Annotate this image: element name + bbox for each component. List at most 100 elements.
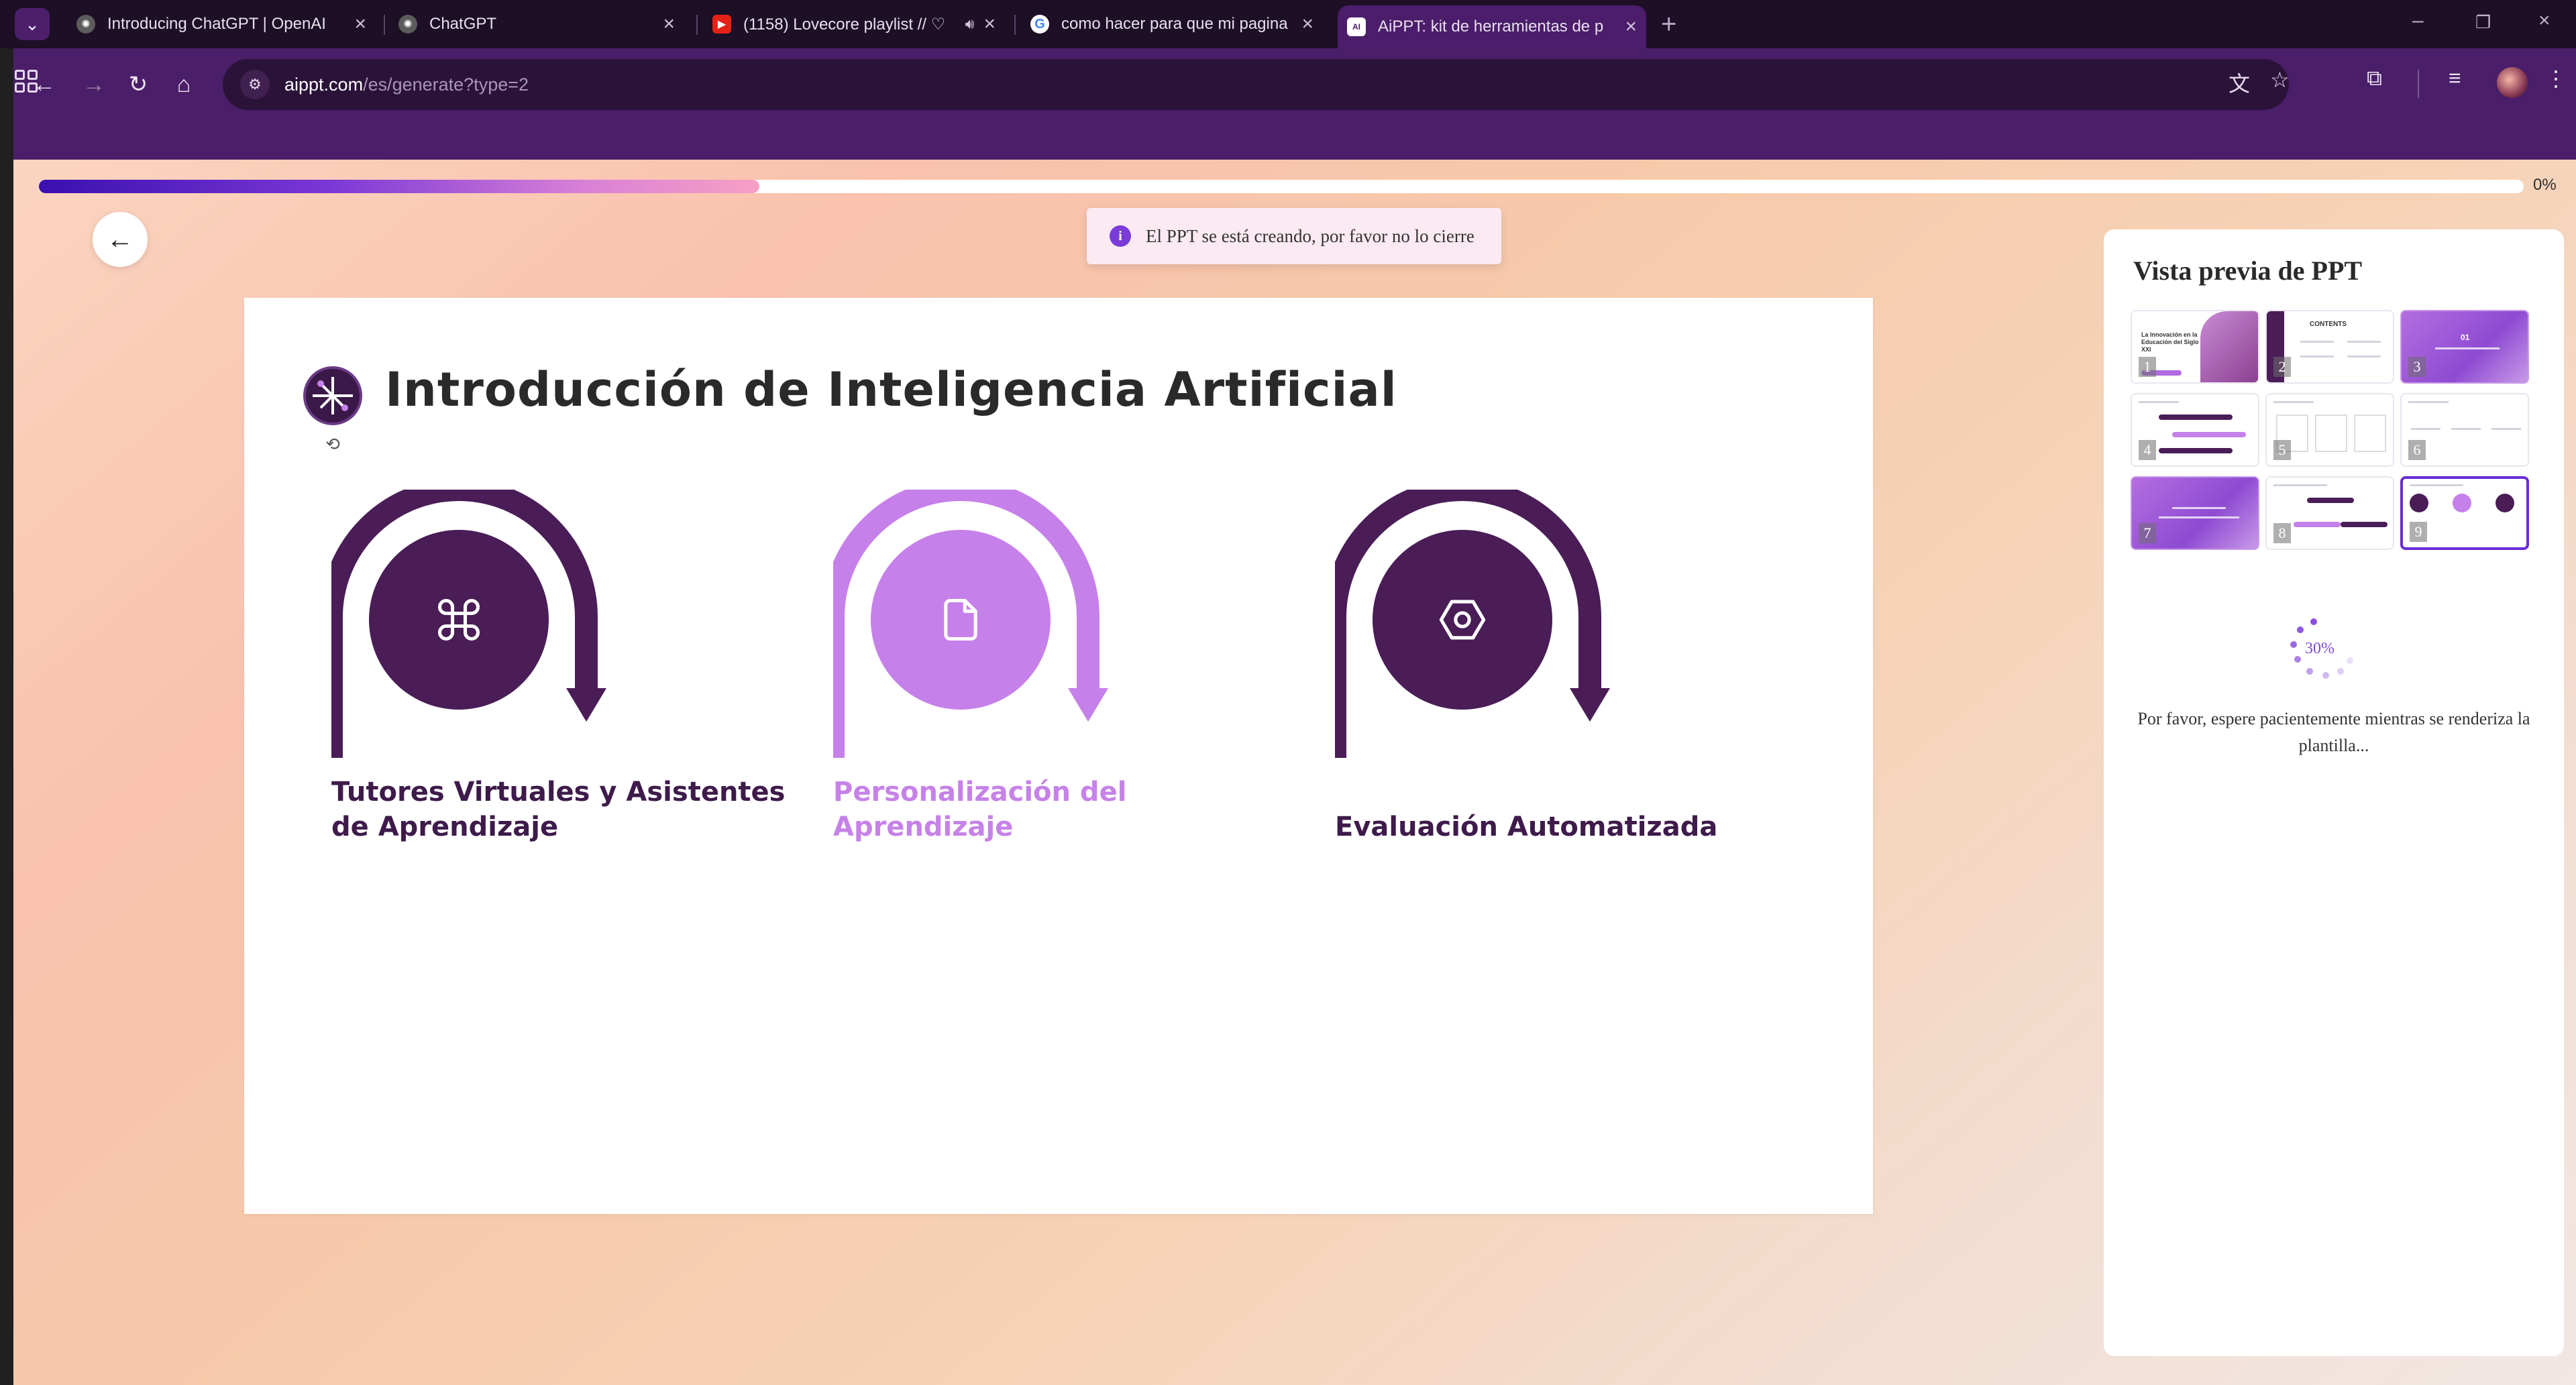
thumbnail-number: 6 <box>2408 440 2426 460</box>
thumbnail-slide-6[interactable]: 6 <box>2400 393 2529 467</box>
window-edge <box>0 48 13 1385</box>
slide-title[interactable]: Introducción de Inteligencia Artificial <box>385 362 1397 417</box>
thumbnail-number: 5 <box>2273 440 2291 460</box>
media-controls-icon[interactable]: ≡ <box>2449 66 2461 91</box>
thumbnail-line <box>2347 355 2381 357</box>
translate-icon[interactable]: 文 <box>2229 67 2250 98</box>
spinner-dot <box>2306 668 2313 675</box>
item-label[interactable]: Evaluación Automatizada <box>1335 810 1805 844</box>
close-tab-icon[interactable]: × <box>354 13 366 36</box>
progress-bar <box>39 180 2524 193</box>
close-tab-icon[interactable]: × <box>1301 13 1313 36</box>
thumbnail-slide-7[interactable]: 7 <box>2131 476 2259 550</box>
openai-icon: ✺ <box>398 15 417 34</box>
slide-item-1[interactable]: Tutores Virtuales y Asistentes de Aprend… <box>331 490 785 842</box>
thumbnail-line <box>2451 428 2481 430</box>
thumbnail-slide-2[interactable]: CONTENTS 2 <box>2265 310 2394 384</box>
thumbnail-line <box>2273 484 2327 486</box>
reload-icon[interactable]: ↻ <box>119 66 157 103</box>
thumbnail-slide-8[interactable]: 8 <box>2265 476 2394 550</box>
thumbnail-number: 2 <box>2273 357 2291 377</box>
ppt-preview-panel: Vista previa de PPT La Innovación en la … <box>2104 229 2564 1356</box>
tab-bar: ⌄ ✺ Introducing ChatGPT | OpenAI × ✺ Cha… <box>0 0 2576 48</box>
close-tab-icon[interactable]: × <box>1625 15 1637 38</box>
thumbnail-line <box>2410 484 2463 486</box>
restore-button[interactable]: ❐ <box>2475 12 2491 33</box>
site-info-icon[interactable]: ⚙ <box>240 70 270 99</box>
thumbnail-line <box>2139 401 2179 403</box>
thumbnail-number: 3 <box>2408 357 2426 377</box>
thumbnail-slide-1[interactable]: La Innovación en la Educación del Siglo … <box>2131 310 2259 384</box>
speaker-icon[interactable]: 🔊︎ <box>965 15 975 33</box>
slide-item-2[interactable]: Personalización del Aprendizaje <box>833 490 1276 842</box>
thumbnail-circle <box>2410 494 2428 512</box>
tab-aippt[interactable]: AI AiPPT: kit de herramientas de p × <box>1338 5 1646 48</box>
browser-toolbar: ← → ↻ ⌂ ⚙ aippt.com/es/generate?type=2 文… <box>13 48 2576 160</box>
circuit-brain-icon <box>313 377 353 414</box>
thumbnail-slide-3[interactable]: 01 3 <box>2400 310 2529 384</box>
chevron-down-icon: ⌄ <box>25 13 40 34</box>
apps-grid-icon[interactable] <box>15 70 38 93</box>
slide-logo-image[interactable] <box>303 366 362 425</box>
thumbnail-slide-4[interactable]: 4 <box>2131 393 2259 467</box>
thumbnail-bar <box>2159 448 2233 453</box>
thumbnail-slide-5[interactable]: 5 <box>2265 393 2394 467</box>
tab-chatgpt[interactable]: ✺ ChatGPT × <box>389 7 684 42</box>
spinner-dot <box>2297 626 2304 633</box>
slide-canvas[interactable]: ⟲ Introducción de Inteligencia Artificia… <box>244 298 1873 1214</box>
thumbnail-number: 1 <box>2139 357 2156 377</box>
back-button[interactable]: ← <box>93 212 148 267</box>
tab-google-search[interactable]: G como hacer para que mi pagina × <box>1021 7 1323 42</box>
spinner-dot <box>2290 641 2297 648</box>
hexagon-icon <box>1437 594 1488 645</box>
spinner-dot <box>2347 657 2353 664</box>
minimize-button[interactable]: – <box>2412 9 2424 32</box>
bookmark-star-icon[interactable]: ☆ <box>2270 67 2290 93</box>
url-path: /es/generate?type=2 <box>363 74 529 95</box>
home-icon[interactable]: ⌂ <box>165 66 203 103</box>
toolbar-divider <box>2418 70 2419 98</box>
thumbnail-title: 01 <box>2461 333 2470 342</box>
url-host: aippt.com <box>284 74 364 95</box>
youtube-icon: ▶ <box>712 15 731 34</box>
thumbnail-line <box>2159 516 2239 518</box>
forward-icon[interactable]: → <box>75 66 113 103</box>
item-label[interactable]: Personalización del Aprendizaje <box>833 775 1303 844</box>
thumbnail-number: 7 <box>2139 523 2156 543</box>
new-tab-button[interactable]: + <box>1661 9 1676 40</box>
thumbnail-number: 8 <box>2273 523 2291 543</box>
thumbnail-line <box>2435 347 2500 349</box>
menu-icon[interactable]: ⋮ <box>2545 66 2567 91</box>
address-bar[interactable]: ⚙ aippt.com/es/generate?type=2 文 ☆ <box>223 59 2290 110</box>
progress-fill <box>39 180 760 193</box>
profile-avatar[interactable] <box>2497 67 2528 98</box>
tab-lovecore-playlist[interactable]: ▶ (1158) Lovecore playlist // ♡ 🔊︎ × <box>703 7 1005 42</box>
thumbnail-number: 4 <box>2139 440 2156 460</box>
item-label[interactable]: Tutores Virtuales y Asistentes de Aprend… <box>331 775 801 844</box>
spinner-dot <box>2310 618 2317 625</box>
thumbnail-slide-9[interactable]: 9 <box>2400 476 2529 550</box>
thumbnail-bar <box>2307 498 2354 503</box>
page-content: 0% ← i El PPT se está creando, por favor… <box>13 160 2576 1385</box>
slide-item-3[interactable]: Evaluación Automatizada <box>1335 490 1778 842</box>
replace-image-icon[interactable]: ⟲ <box>322 433 343 455</box>
tab-search-button[interactable]: ⌄ <box>15 8 50 40</box>
close-tab-icon[interactable]: × <box>663 13 675 36</box>
thumbnail-card <box>2354 414 2386 452</box>
close-window-button[interactable]: × <box>2538 9 2551 32</box>
document-icon <box>935 594 986 645</box>
thumbnail-line <box>2491 428 2521 430</box>
thumbnail-line <box>2347 341 2381 343</box>
tab-separator <box>696 15 698 35</box>
url-text: aippt.com/es/generate?type=2 <box>284 74 529 95</box>
tab-separator <box>1014 15 1016 35</box>
extensions-icon[interactable]: ⧉ <box>2367 66 2382 91</box>
google-icon: G <box>1030 15 1049 34</box>
thumbnail-title: La Innovación en la Educación del Siglo … <box>2141 331 2199 353</box>
thumbnail-line <box>2273 401 2314 403</box>
tab-title: (1158) Lovecore playlist // ♡ <box>743 15 946 34</box>
openai-icon: ✺ <box>76 15 95 34</box>
tab-introducing-chatgpt[interactable]: ✺ Introducing ChatGPT | OpenAI × <box>67 7 376 42</box>
close-tab-icon[interactable]: × <box>983 13 996 36</box>
thumbnail-line <box>2411 428 2440 430</box>
